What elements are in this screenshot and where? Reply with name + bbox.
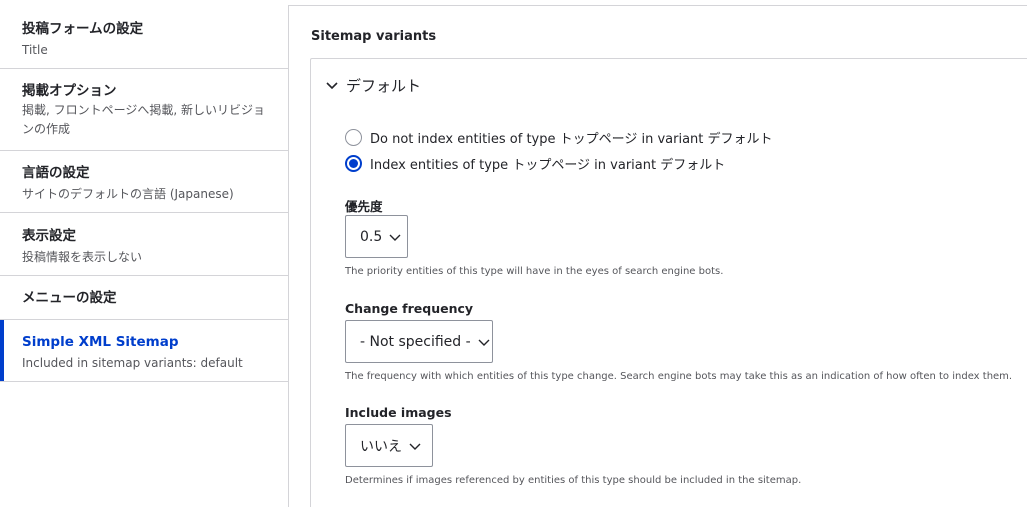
tab-language-settings[interactable]: 言語の設定 サイトのデフォルトの言語 (Japanese) xyxy=(0,151,289,213)
variant-details: デフォルト Do not index entities of type トップペ… xyxy=(310,58,1027,507)
changefreq-description: The frequency with which entities of thi… xyxy=(345,371,1013,382)
tab-title: 投稿フォームの設定 xyxy=(22,21,144,37)
priority-label: 優先度 xyxy=(345,199,383,214)
radio-label: Index entities of type トップページ in variant… xyxy=(370,158,726,173)
variant-summary-toggle[interactable]: デフォルト xyxy=(311,59,1027,111)
radio-button[interactable] xyxy=(345,129,362,146)
tab-title: メニューの設定 xyxy=(22,290,117,306)
radio-do-not-index[interactable]: Do not index entities of type トップページ in … xyxy=(345,128,773,147)
radio-label: Do not index entities of type トップページ in … xyxy=(370,132,773,147)
changefreq-select[interactable]: - Not specified - xyxy=(345,320,493,363)
radio-index[interactable]: Index entities of type トップページ in variant… xyxy=(345,154,725,173)
select-value: いいえ xyxy=(360,438,402,455)
tab-summary: Included in sitemap variants: default xyxy=(22,356,243,370)
tab-summary: サイトのデフォルトの言語 (Japanese) xyxy=(22,187,234,201)
images-label: Include images xyxy=(345,405,452,420)
tab-summary: 掲載, フロントページへ掲載, 新しいリビジョ ンの作成 xyxy=(22,101,281,139)
vertical-tabs: 投稿フォームの設定 Title 掲載オプション 掲載, フロントページへ掲載, … xyxy=(0,0,289,507)
priority-description: The priority entities of this type will … xyxy=(345,266,724,277)
changefreq-label: Change frequency xyxy=(345,301,474,316)
tab-summary: 投稿情報を表示しない xyxy=(22,250,143,264)
fieldset-legend: Sitemap variants xyxy=(311,29,437,44)
variant-label: デフォルト xyxy=(346,76,422,95)
tab-title: 掲載オプション xyxy=(22,83,117,99)
priority-select[interactable]: 0.5 xyxy=(345,215,408,258)
select-caret-icon xyxy=(477,335,491,349)
select-caret-icon xyxy=(388,230,402,244)
tab-title: Simple XML Sitemap xyxy=(22,334,179,350)
tab-simple-xml-sitemap[interactable]: Simple XML Sitemap Included in sitemap v… xyxy=(0,320,289,382)
tab-title: 言語の設定 xyxy=(22,165,90,181)
tab-summary-line: 掲載, フロントページへ掲載, 新しいリビジョ xyxy=(22,103,266,117)
tab-summary-line: ンの作成 xyxy=(22,122,71,136)
radio-button-selected[interactable] xyxy=(345,155,362,172)
tab-publishing-options[interactable]: 掲載オプション 掲載, フロントページへ掲載, 新しいリビジョ ンの作成 xyxy=(0,69,289,151)
tab-title: 表示設定 xyxy=(22,228,76,244)
images-description: Determines if images referenced by entit… xyxy=(345,475,802,486)
tab-menu-settings[interactable]: メニューの設定 xyxy=(0,276,289,320)
tab-post-form-settings[interactable]: 投稿フォームの設定 Title xyxy=(0,0,289,69)
images-select[interactable]: いいえ xyxy=(345,424,433,467)
select-value: - Not specified - xyxy=(360,333,471,350)
select-value: 0.5 xyxy=(360,228,383,245)
panel-divider xyxy=(288,5,289,507)
tab-display-settings[interactable]: 表示設定 投稿情報を表示しない xyxy=(0,213,289,276)
panel-top-border xyxy=(288,5,1027,6)
select-caret-icon xyxy=(408,439,422,453)
tab-summary: Title xyxy=(22,43,48,57)
chevron-down-icon xyxy=(324,77,340,93)
